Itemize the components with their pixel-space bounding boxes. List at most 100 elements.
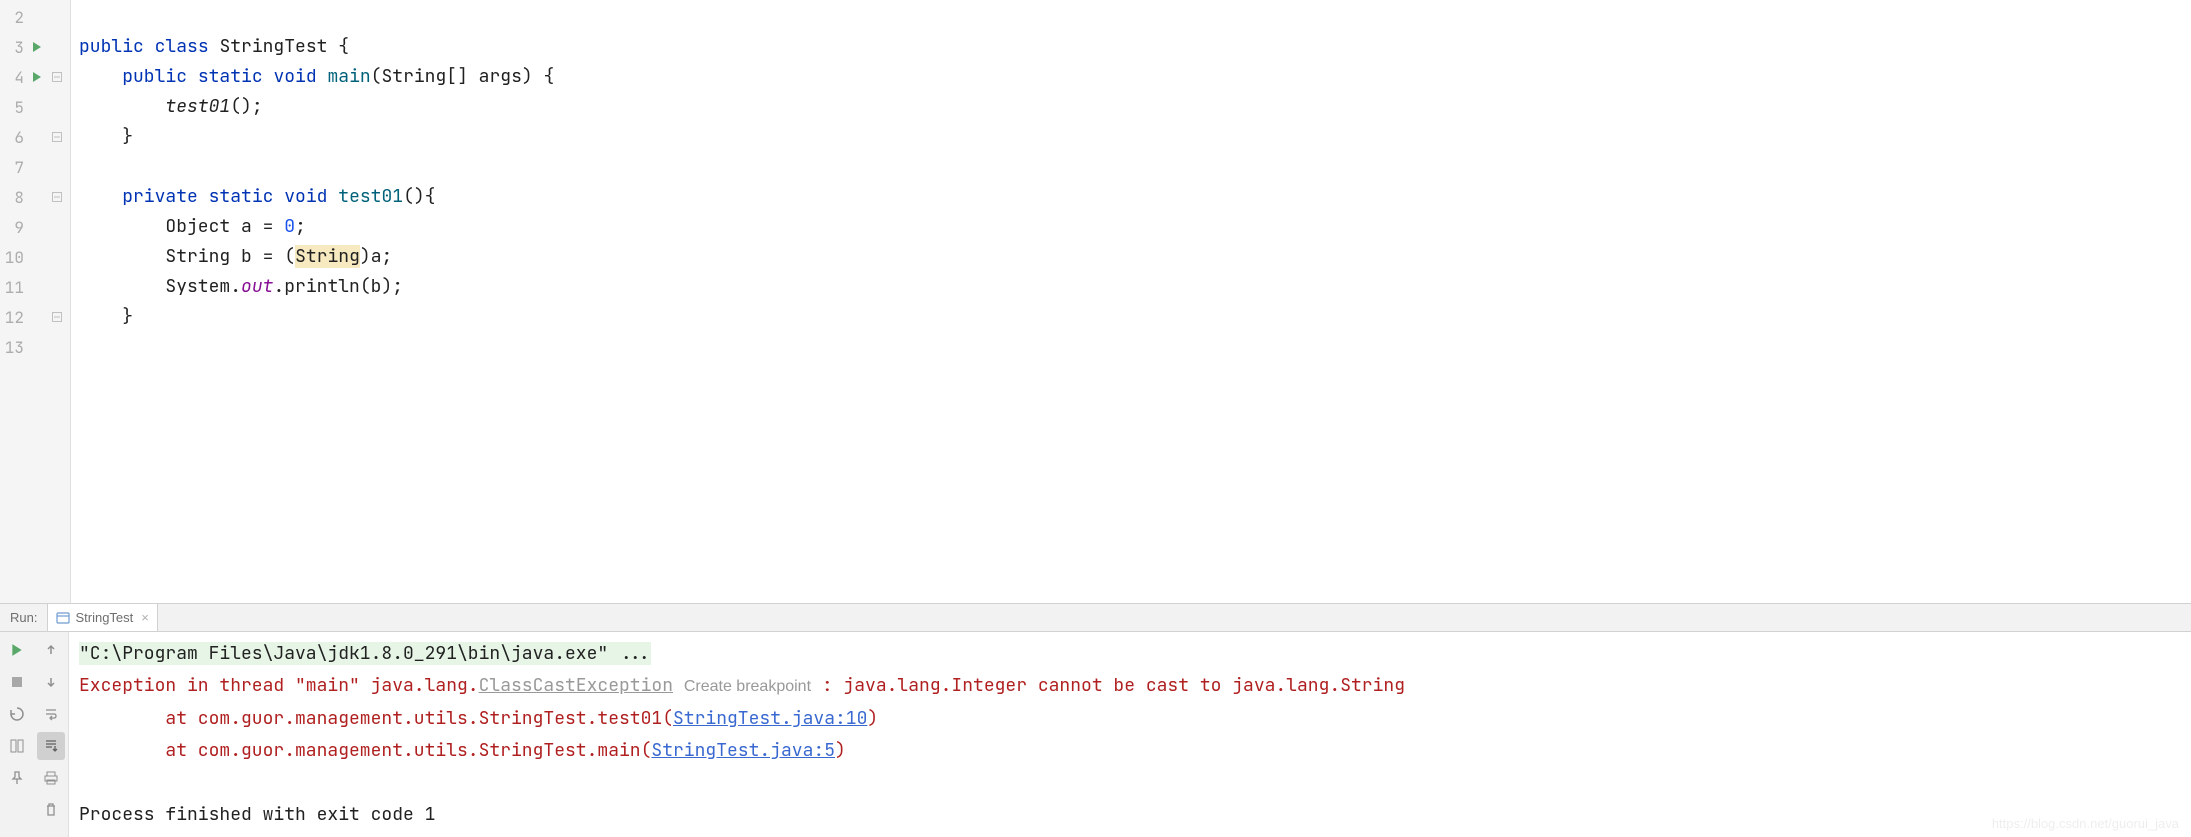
exit-code-line: Process finished with exit code 1: [79, 799, 2181, 831]
gutter-row: 9: [0, 212, 70, 242]
code-line[interactable]: public class StringTest {: [79, 32, 2191, 62]
var: b: [371, 275, 382, 298]
gutter-row: 4: [0, 62, 70, 92]
soft-wrap-button[interactable]: [37, 700, 65, 728]
console-line: at com.guor.management.utils.StringTest.…: [79, 735, 2181, 767]
method-call: test01: [165, 95, 230, 118]
error-text: Exception in thread "main" java.lang.: [79, 674, 479, 697]
line-number: 7: [0, 157, 24, 178]
method-name: main: [327, 65, 370, 88]
gutter-row: 8: [0, 182, 70, 212]
scroll-down-button[interactable]: [37, 668, 65, 696]
gutter-row: 11: [0, 272, 70, 302]
method-call: println: [284, 275, 360, 298]
scroll-up-button[interactable]: [37, 636, 65, 664]
line-number: 13: [0, 337, 24, 358]
clear-all-button[interactable]: [37, 796, 65, 824]
editor-gutter: 2 3 4 5 6 7 8: [0, 0, 71, 603]
type: String: [165, 245, 230, 268]
gutter-row: 5: [0, 92, 70, 122]
exception-class-link[interactable]: ClassCastException: [479, 674, 673, 697]
run-panel-label: Run:: [0, 610, 47, 625]
line-number: 2: [0, 7, 24, 28]
gutter-row: 7: [0, 152, 70, 182]
fold-open-icon[interactable]: [50, 192, 64, 202]
code-line[interactable]: public static void main(String[] args) {: [79, 62, 2191, 92]
params: String[] args: [381, 65, 521, 88]
fold-close-icon[interactable]: [50, 312, 64, 322]
run-config-tab[interactable]: StringTest ×: [47, 604, 157, 631]
layout-button[interactable]: [3, 732, 31, 760]
error-text: : java.lang.Integer cannot be cast to ja…: [811, 674, 1405, 697]
code-line[interactable]: private static void test01(){: [79, 182, 2191, 212]
code-line[interactable]: }: [79, 302, 2191, 332]
run-toolbar: [0, 632, 69, 837]
line-number: 11: [0, 277, 24, 298]
fold-close-icon[interactable]: [50, 132, 64, 142]
code-line[interactable]: [79, 2, 2191, 32]
code-line[interactable]: }: [79, 122, 2191, 152]
line-number: 12: [0, 307, 24, 328]
console-line: [79, 767, 2181, 799]
line-number: 4: [0, 67, 24, 88]
create-breakpoint-hint[interactable]: Create breakpoint: [684, 678, 811, 695]
line-number: 5: [0, 97, 24, 118]
fold-open-icon[interactable]: [50, 72, 64, 82]
op: =: [263, 245, 274, 268]
pin-button[interactable]: [3, 764, 31, 792]
rerun-button[interactable]: [3, 636, 31, 664]
code-line[interactable]: [79, 332, 2191, 362]
gutter-row: 10: [0, 242, 70, 272]
stack-frame: at com.guor.management.utils.StringTest.…: [79, 739, 651, 762]
var: b: [241, 245, 252, 268]
gutter-row: 12: [0, 302, 70, 332]
static-field: out: [241, 275, 273, 298]
keyword: public: [79, 35, 144, 58]
keyword: class: [155, 35, 209, 58]
keyword: static: [209, 185, 274, 208]
run-panel-body: "C:\Program Files\Java\jdk1.8.0_291\bin\…: [0, 632, 2191, 837]
keyword: static: [198, 65, 263, 88]
method-name: test01: [338, 185, 403, 208]
console-output[interactable]: "C:\Program Files\Java\jdk1.8.0_291\bin\…: [69, 632, 2191, 837]
source-link[interactable]: StringTest.java:10: [673, 707, 867, 730]
run-panel: Run: StringTest ×: [0, 603, 2191, 837]
code-line[interactable]: test01();: [79, 92, 2191, 122]
source-link[interactable]: StringTest.java:5: [651, 739, 835, 762]
var: a: [241, 215, 252, 238]
console-line: Exception in thread "main" java.lang.Cla…: [79, 670, 2181, 703]
run-panel-header: Run: StringTest ×: [0, 604, 2191, 632]
gutter-row: 6: [0, 122, 70, 152]
keyword: void: [273, 65, 316, 88]
gutter-row: 2: [0, 2, 70, 32]
console-line: "C:\Program Files\Java\jdk1.8.0_291\bin\…: [79, 638, 2181, 670]
stop-button[interactable]: [3, 668, 31, 696]
scroll-to-end-button[interactable]: [37, 732, 65, 760]
gutter-row: 13: [0, 332, 70, 362]
op: =: [263, 215, 274, 238]
keyword: void: [284, 185, 327, 208]
var: a: [371, 245, 382, 268]
line-number: 10: [0, 247, 24, 268]
command-text: "C:\Program Files\Java\jdk1.8.0_291\bin\…: [79, 642, 651, 665]
code-line[interactable]: String b = (String)a;: [79, 242, 2191, 272]
stack-frame: at com.guor.management.utils.StringTest.…: [79, 707, 673, 730]
run-icon[interactable]: [30, 41, 44, 53]
console-line: at com.guor.management.utils.StringTest.…: [79, 703, 2181, 735]
code-line[interactable]: System.out.println(b);: [79, 272, 2191, 302]
dump-threads-button[interactable]: [3, 700, 31, 728]
keyword: public: [122, 65, 187, 88]
run-tab-label: StringTest: [75, 610, 133, 625]
close-icon[interactable]: ×: [141, 610, 149, 625]
type: Object: [165, 215, 230, 238]
print-button[interactable]: [37, 764, 65, 792]
code-editor[interactable]: public class StringTest { public static …: [71, 0, 2191, 603]
line-number: 8: [0, 187, 24, 208]
cast-type-warning: String: [295, 245, 360, 268]
code-line[interactable]: [79, 152, 2191, 182]
code-line[interactable]: Object a = 0;: [79, 212, 2191, 242]
editor-area: 2 3 4 5 6 7 8: [0, 0, 2191, 603]
run-icon[interactable]: [30, 71, 44, 83]
number: 0: [284, 215, 295, 238]
line-number: 3: [0, 37, 24, 58]
